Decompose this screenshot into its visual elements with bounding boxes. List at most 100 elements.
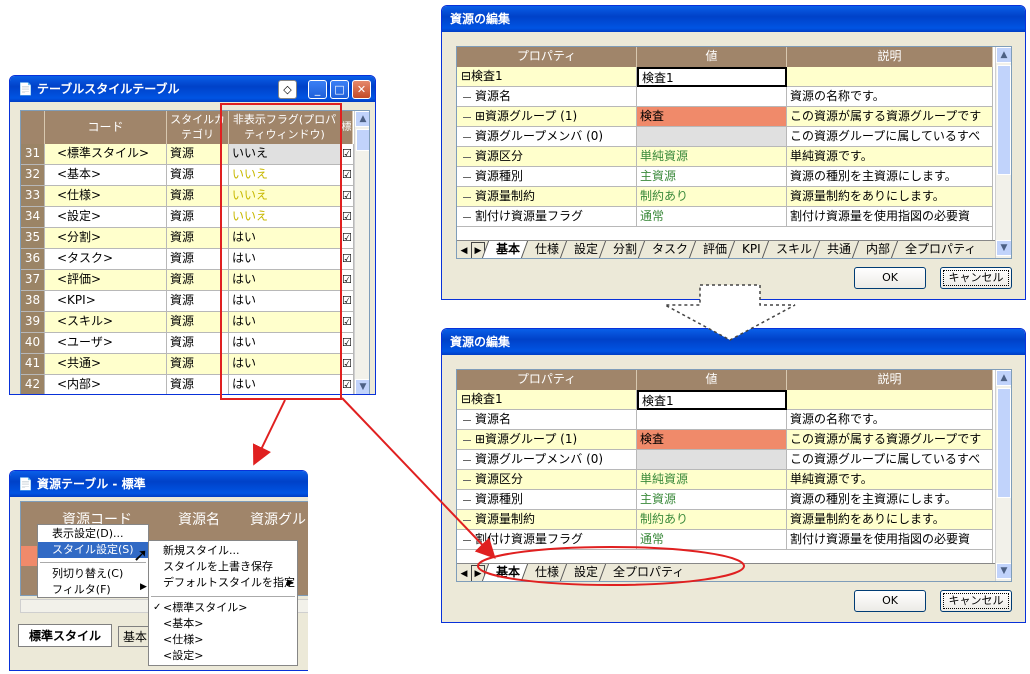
column-header-value[interactable]: 値 <box>637 370 787 390</box>
scroll-up-icon[interactable]: ▲ <box>996 370 1011 386</box>
maximize-button[interactable]: □ <box>330 80 349 99</box>
column-header-property[interactable]: プロパティ <box>457 370 637 390</box>
tab-4[interactable]: タスク <box>637 241 696 258</box>
code-cell[interactable]: <内部> <box>45 375 167 394</box>
tab-7[interactable]: スキル <box>761 241 819 258</box>
menu-item-style[interactable]: <設定> <box>149 648 297 664</box>
checkbox[interactable]: ☑ <box>341 291 354 312</box>
cancel-button[interactable]: キャンセル <box>940 590 1012 612</box>
diamond-icon[interactable]: ◇ <box>278 80 297 99</box>
menu-item-overwrite-style[interactable]: スタイルを上書き保存 <box>149 559 297 575</box>
row-number[interactable]: 41 <box>21 354 45 375</box>
code-cell[interactable]: <評価> <box>45 270 167 291</box>
value-cell[interactable]: 検査 <box>637 430 787 450</box>
value-cell[interactable]: 制約あり <box>637 187 787 207</box>
property-name-cell[interactable]: 資源区分 <box>457 470 637 490</box>
tab-2[interactable]: 設定 <box>559 564 606 581</box>
tab-scroll-left-icon[interactable]: ◀ <box>457 566 471 581</box>
checkbox[interactable]: ☑ <box>341 165 354 186</box>
value-cell[interactable] <box>637 410 787 430</box>
property-name-cell[interactable]: 資源グループメンバ (0) <box>457 450 637 470</box>
code-cell[interactable]: <標準スタイル> <box>45 144 167 165</box>
value-cell[interactable]: 単純資源 <box>637 470 787 490</box>
property-name-cell[interactable]: 資源グループメンバ (0) <box>457 127 637 147</box>
tab-10[interactable]: 全プロパティ <box>890 241 984 258</box>
row-number[interactable]: 32 <box>21 165 45 186</box>
row-number[interactable]: 38 <box>21 291 45 312</box>
menu-item-default-style[interactable]: デフォルトスタイルを指定 <box>149 575 297 591</box>
value-cell[interactable]: 検査1 <box>637 67 787 87</box>
property-name-cell[interactable]: ⊟検査1 <box>457 67 637 87</box>
row-number[interactable]: 35 <box>21 228 45 249</box>
value-cell[interactable]: 制約あり <box>637 510 787 530</box>
scroll-thumb[interactable] <box>997 388 1011 498</box>
menu-item-style[interactable]: <標準スタイル> <box>149 600 297 616</box>
code-cell[interactable]: <基本> <box>45 165 167 186</box>
checkbox[interactable]: ☑ <box>341 186 354 207</box>
tab-scroll-left-icon[interactable]: ◀ <box>457 243 471 258</box>
row-number[interactable]: 34 <box>21 207 45 228</box>
menu-item-new-style[interactable]: 新規スタイル... <box>149 543 297 559</box>
row-number[interactable]: 37 <box>21 270 45 291</box>
value-cell[interactable] <box>637 87 787 107</box>
tab-2[interactable]: 設定 <box>559 241 606 258</box>
ok-button[interactable]: OK <box>854 267 926 289</box>
column-header-extra[interactable]: 標 <box>341 111 353 144</box>
tab-basic[interactable]: 基本 <box>118 626 153 647</box>
value-cell[interactable]: 検査 <box>637 107 787 127</box>
tab-1[interactable]: 仕様 <box>520 564 567 581</box>
row-number[interactable]: 40 <box>21 333 45 354</box>
tab-5[interactable]: 評価 <box>688 241 735 258</box>
scroll-thumb[interactable] <box>356 129 369 151</box>
scroll-down-icon[interactable]: ▼ <box>355 379 369 394</box>
menu-item-style[interactable]: <基本> <box>149 616 297 632</box>
code-cell[interactable]: <共通> <box>45 354 167 375</box>
minimize-button[interactable]: _ <box>308 80 327 99</box>
code-cell[interactable]: <設定> <box>45 207 167 228</box>
tab-3[interactable]: 分割 <box>598 241 645 258</box>
value-cell[interactable]: 単純資源 <box>637 147 787 167</box>
scroll-down-icon[interactable]: ▼ <box>996 240 1011 256</box>
property-name-cell[interactable]: 資源種別 <box>457 490 637 510</box>
checkbox[interactable]: ☑ <box>341 249 354 270</box>
code-cell[interactable]: <KPI> <box>45 291 167 312</box>
menu-item-column-switch[interactable]: 列切り替え(C) <box>38 566 148 582</box>
vertical-scrollbar[interactable]: ▲ ▼ <box>995 370 1011 581</box>
column-header-group[interactable]: 資源グル <box>250 509 306 529</box>
code-cell[interactable]: <タスク> <box>45 249 167 270</box>
code-cell[interactable]: <スキル> <box>45 312 167 333</box>
value-cell[interactable]: 検査1 <box>637 390 787 410</box>
tab-1[interactable]: 仕様 <box>520 241 567 258</box>
code-cell[interactable]: <分割> <box>45 228 167 249</box>
property-name-cell[interactable]: 資源量制約 <box>457 510 637 530</box>
menu-item-style[interactable]: <仕様> <box>149 632 297 648</box>
scroll-up-icon[interactable]: ▲ <box>996 47 1011 63</box>
value-cell[interactable] <box>637 450 787 470</box>
vertical-scrollbar[interactable]: ▲ ▼ <box>995 47 1011 258</box>
tab-0[interactable]: 基本 <box>481 241 528 258</box>
tab-3[interactable]: 全プロパティ <box>598 564 692 581</box>
row-number[interactable]: 31 <box>21 144 45 165</box>
property-name-cell[interactable]: 資源名 <box>457 87 637 107</box>
checkbox[interactable]: ☑ <box>341 270 354 291</box>
property-name-cell[interactable]: 資源種別 <box>457 167 637 187</box>
tab-8[interactable]: 共通 <box>812 241 858 258</box>
close-button[interactable]: ✕ <box>352 80 371 99</box>
checkbox[interactable]: ☑ <box>341 333 354 354</box>
value-cell[interactable]: 通常 <box>637 530 787 550</box>
row-number[interactable]: 36 <box>21 249 45 270</box>
checkbox[interactable]: ☑ <box>341 312 354 333</box>
value-cell[interactable]: 通常 <box>637 207 787 227</box>
column-header-description[interactable]: 説明 <box>787 370 993 390</box>
column-header-description[interactable]: 説明 <box>787 47 993 67</box>
menu-item-style-settings[interactable]: スタイル設定(S) <box>38 542 148 558</box>
checkbox[interactable]: ☑ <box>341 354 354 375</box>
value-cell[interactable] <box>637 127 787 147</box>
checkbox[interactable]: ☑ <box>341 207 354 228</box>
tab-standard-style[interactable]: 標準スタイル <box>18 624 113 647</box>
column-header-name[interactable]: 資源名 <box>178 509 220 529</box>
code-cell[interactable]: <ユーザ> <box>45 333 167 354</box>
column-header-value[interactable]: 値 <box>637 47 787 67</box>
cancel-button[interactable]: キャンセル <box>940 267 1012 289</box>
menu-item-filter[interactable]: フィルタ(F) <box>38 582 148 598</box>
